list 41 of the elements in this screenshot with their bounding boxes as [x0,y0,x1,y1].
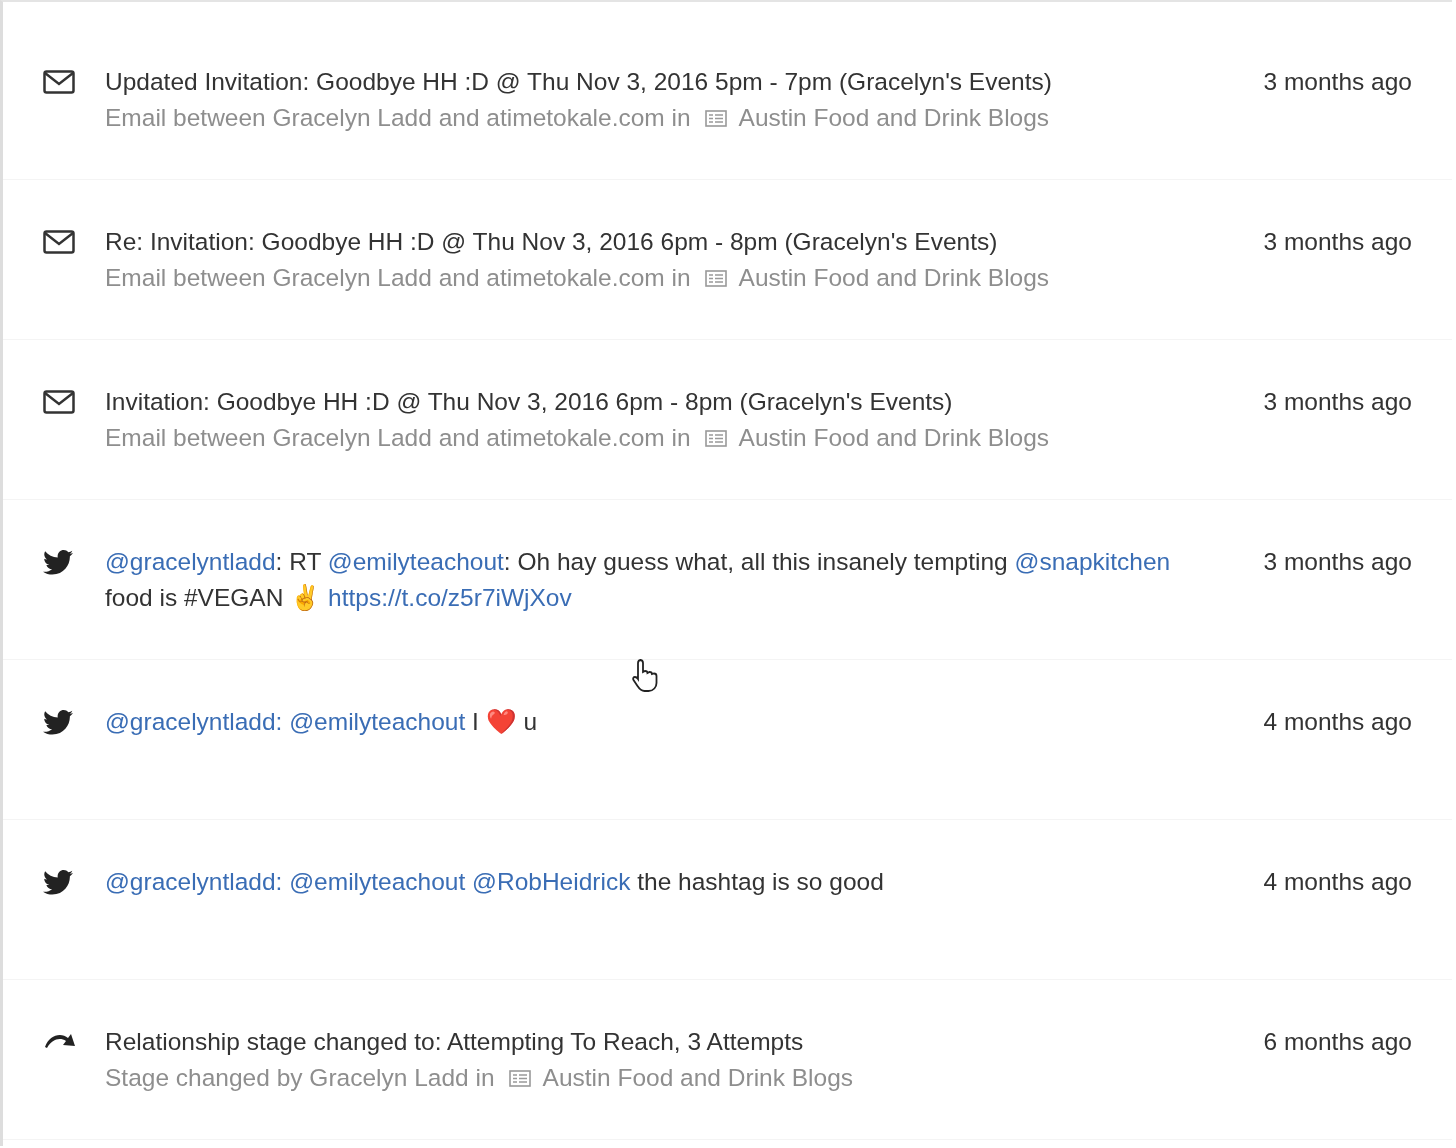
list-icon [704,109,727,127]
envelope-icon [43,390,75,414]
envelope-icon [43,230,75,254]
tweet-text: @gracelyntladd: @emilyteachout @RobHeidrick the hashtag is so good [105,867,885,897]
activity-time: 6 months ago [1263,1027,1412,1057]
activity-title: Re: Invitation: Goodbye HH :D @ Thu Nov 3, 2016 6pm - 8pm (Gracelyn's Events) [105,227,999,257]
activity-time: 3 months ago [1263,387,1412,417]
activity-time: 3 months ago [1263,67,1412,97]
list-icon [704,269,727,287]
mention-link[interactable]: @emilyteachout [327,548,504,575]
list-icon [508,1069,531,1087]
list-name: Austin Food and Drink Blogs [738,263,1050,293]
mention-link[interactable]: @gracelyntladd: [105,708,283,735]
bird-icon [43,710,73,735]
list-name: Austin Food and Drink Blogs [542,1063,854,1093]
mention-link[interactable]: @gracelyntladd [105,548,276,575]
tweet-text: @gracelyntladd: RT @emilyteachout: Oh hay guess what, all this insanely tempting @snapkitchen food is #VEGAN ✌ https://t.co/z5r7iWjXov [105,547,1172,613]
activity-detail: Email between Gracelyn Ladd and atimetokale.com in [105,423,691,453]
mention-link[interactable]: @RobHeidrick [472,868,631,895]
activity-time: 3 months ago [1263,227,1412,257]
bird-icon [43,870,73,895]
activity-detail: Email between Gracelyn Ladd and atimetokale.com in [105,103,691,133]
bird-icon [43,550,73,575]
mention-link[interactable]: @gracelyntladd: [105,868,283,895]
list-icon [704,429,727,447]
activity-title: Invitation: Goodbye HH :D @ Thu Nov 3, 2016 6pm - 8pm (Gracelyn's Events) [105,387,954,417]
activity-time: 4 months ago [1263,707,1412,737]
activity-title: Relationship stage changed to: Attempting To Reach, 3 Attempts [105,1027,805,1057]
activity-title: Updated Invitation: Goodbye HH :D @ Thu Nov 3, 2016 5pm - 7pm (Gracelyn's Events) [105,67,1053,97]
activity-time: 4 months ago [1263,867,1412,897]
mention-link[interactable]: @emilyteachout [289,708,466,735]
activity-time: 3 months ago [1263,547,1412,577]
list-name: Austin Food and Drink Blogs [738,103,1050,133]
mention-link[interactable]: @snapkitchen [1014,548,1171,575]
tweet-text: @gracelyntladd: @emilyteachout I ❤ u [105,707,539,737]
activity-detail: Email between Gracelyn Ladd and atimetokale.com in [105,263,691,293]
list-name: Austin Food and Drink Blogs [738,423,1050,453]
tweet-link[interactable]: https://t.co/z5r7iWjXov [328,584,572,611]
activity-detail: Stage changed by Gracelyn Ladd in [105,1063,495,1093]
envelope-icon [43,70,75,94]
mention-link[interactable]: @emilyteachout [289,868,466,895]
